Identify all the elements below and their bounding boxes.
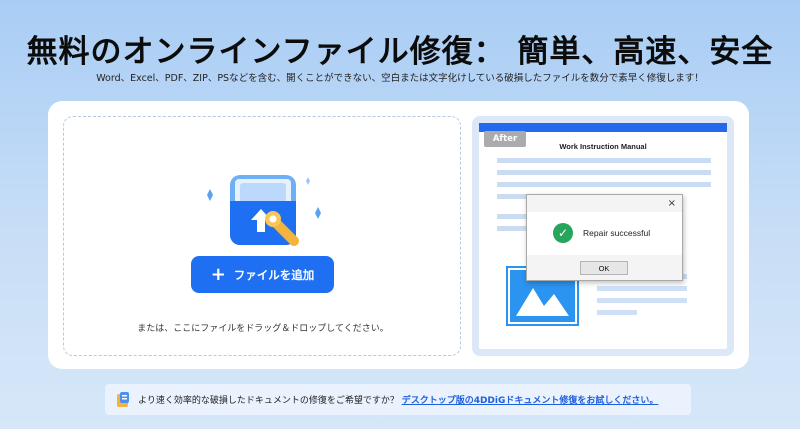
add-file-label: ファイルを追加	[233, 267, 315, 282]
info-bar: より速く効率的な破損したドキュメントの修復をご希望ですか？ デスクトップ版の4D…	[105, 384, 691, 415]
text-line	[597, 298, 687, 303]
upload-dropzone[interactable]: + ファイルを追加 または、ここにファイルをドラッグ＆ドロップしてください。	[63, 116, 461, 356]
close-icon[interactable]: ×	[668, 198, 676, 209]
text-line	[497, 158, 711, 163]
text-line	[497, 182, 711, 187]
document-title: Work Instruction Manual	[559, 142, 647, 151]
drop-hint: または、ここにファイルをドラッグ＆ドロップしてください。	[137, 324, 389, 334]
page-subtitle: Word、Excel、PDF、ZIP、PSなどを含む、開くことができない、空白ま…	[96, 73, 704, 84]
info-text: より速く効率的な破損したドキュメントの修復をご希望ですか？ デスクトップ版の4D…	[138, 393, 658, 406]
desktop-version-link[interactable]: デスクトップ版の4DDiGドキュメント修復をお試しください。	[402, 396, 659, 406]
text-line	[597, 286, 687, 291]
repair-dialog: × ✓ Repair successful OK	[526, 194, 683, 281]
dialog-body: ✓ Repair successful	[527, 212, 682, 255]
ok-button[interactable]: OK	[580, 261, 628, 275]
dialog-message: Repair successful	[583, 228, 651, 238]
desktop-app-icon	[117, 392, 129, 407]
page-title: 無料のオンラインファイル修復： 簡単、高速、安全	[26, 34, 774, 70]
repair-card: + ファイルを追加 または、ここにファイルをドラッグ＆ドロップしてください。 A…	[48, 101, 749, 369]
check-circle-icon: ✓	[553, 223, 573, 243]
plus-icon: +	[210, 263, 226, 285]
text-line	[497, 170, 711, 175]
text-line	[597, 310, 637, 315]
folder-wrench-icon	[207, 175, 321, 247]
add-file-button[interactable]: + ファイルを追加	[191, 256, 334, 293]
info-prompt: より速く効率的な破損したドキュメントの修復をご希望ですか？	[138, 396, 399, 406]
